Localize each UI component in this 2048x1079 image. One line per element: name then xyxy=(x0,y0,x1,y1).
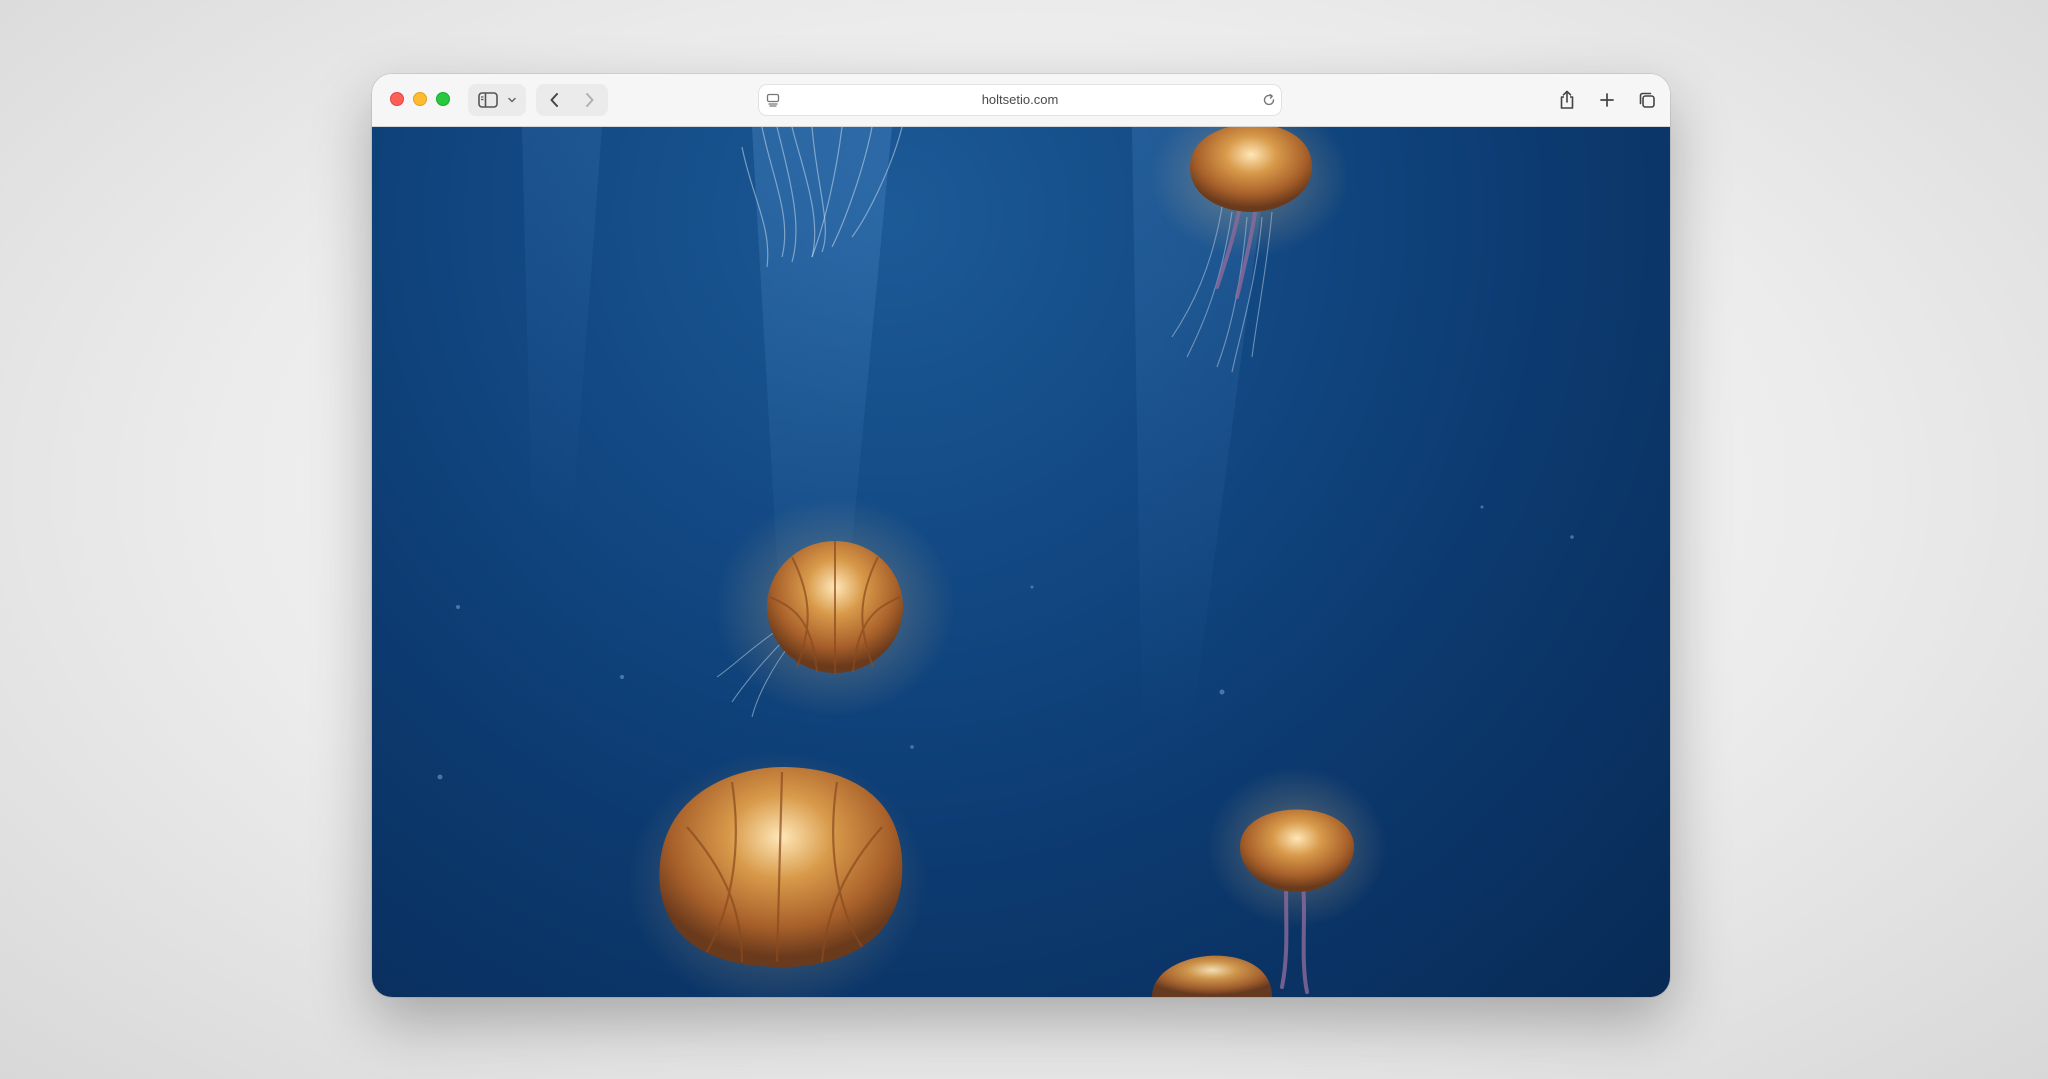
url-text[interactable]: holtsetio.com xyxy=(759,85,1281,115)
web-content[interactable] xyxy=(372,127,1670,997)
forward-arrow-icon xyxy=(586,93,594,107)
back-button[interactable] xyxy=(540,84,570,116)
address-bar[interactable]: holtsetio.com xyxy=(759,85,1281,115)
tab-overview-button[interactable] xyxy=(1632,84,1662,116)
share-button[interactable] xyxy=(1552,84,1582,116)
reload-button[interactable] xyxy=(1261,92,1277,113)
sidebar-icon xyxy=(478,92,498,108)
navigation-group xyxy=(536,84,608,116)
new-tab-button[interactable] xyxy=(1592,84,1622,116)
reload-icon xyxy=(1263,93,1275,106)
jellyfish-scene-image xyxy=(437,127,1574,997)
sidebar-menu-button[interactable] xyxy=(504,84,520,116)
minimize-button[interactable] xyxy=(413,92,427,106)
chevron-down-icon xyxy=(508,97,516,103)
sidebar-toggle-group xyxy=(468,84,526,116)
share-icon xyxy=(1560,90,1574,109)
forward-button[interactable] xyxy=(574,84,604,116)
tabs-overview-icon xyxy=(1639,92,1655,108)
browser-window: holtsetio.com xyxy=(372,74,1670,997)
plus-icon xyxy=(1600,93,1614,107)
back-arrow-icon xyxy=(550,93,558,107)
sidebar-button[interactable] xyxy=(474,84,502,116)
browser-toolbar: holtsetio.com xyxy=(372,74,1670,127)
close-button[interactable] xyxy=(390,92,404,106)
maximize-button[interactable] xyxy=(436,92,450,106)
